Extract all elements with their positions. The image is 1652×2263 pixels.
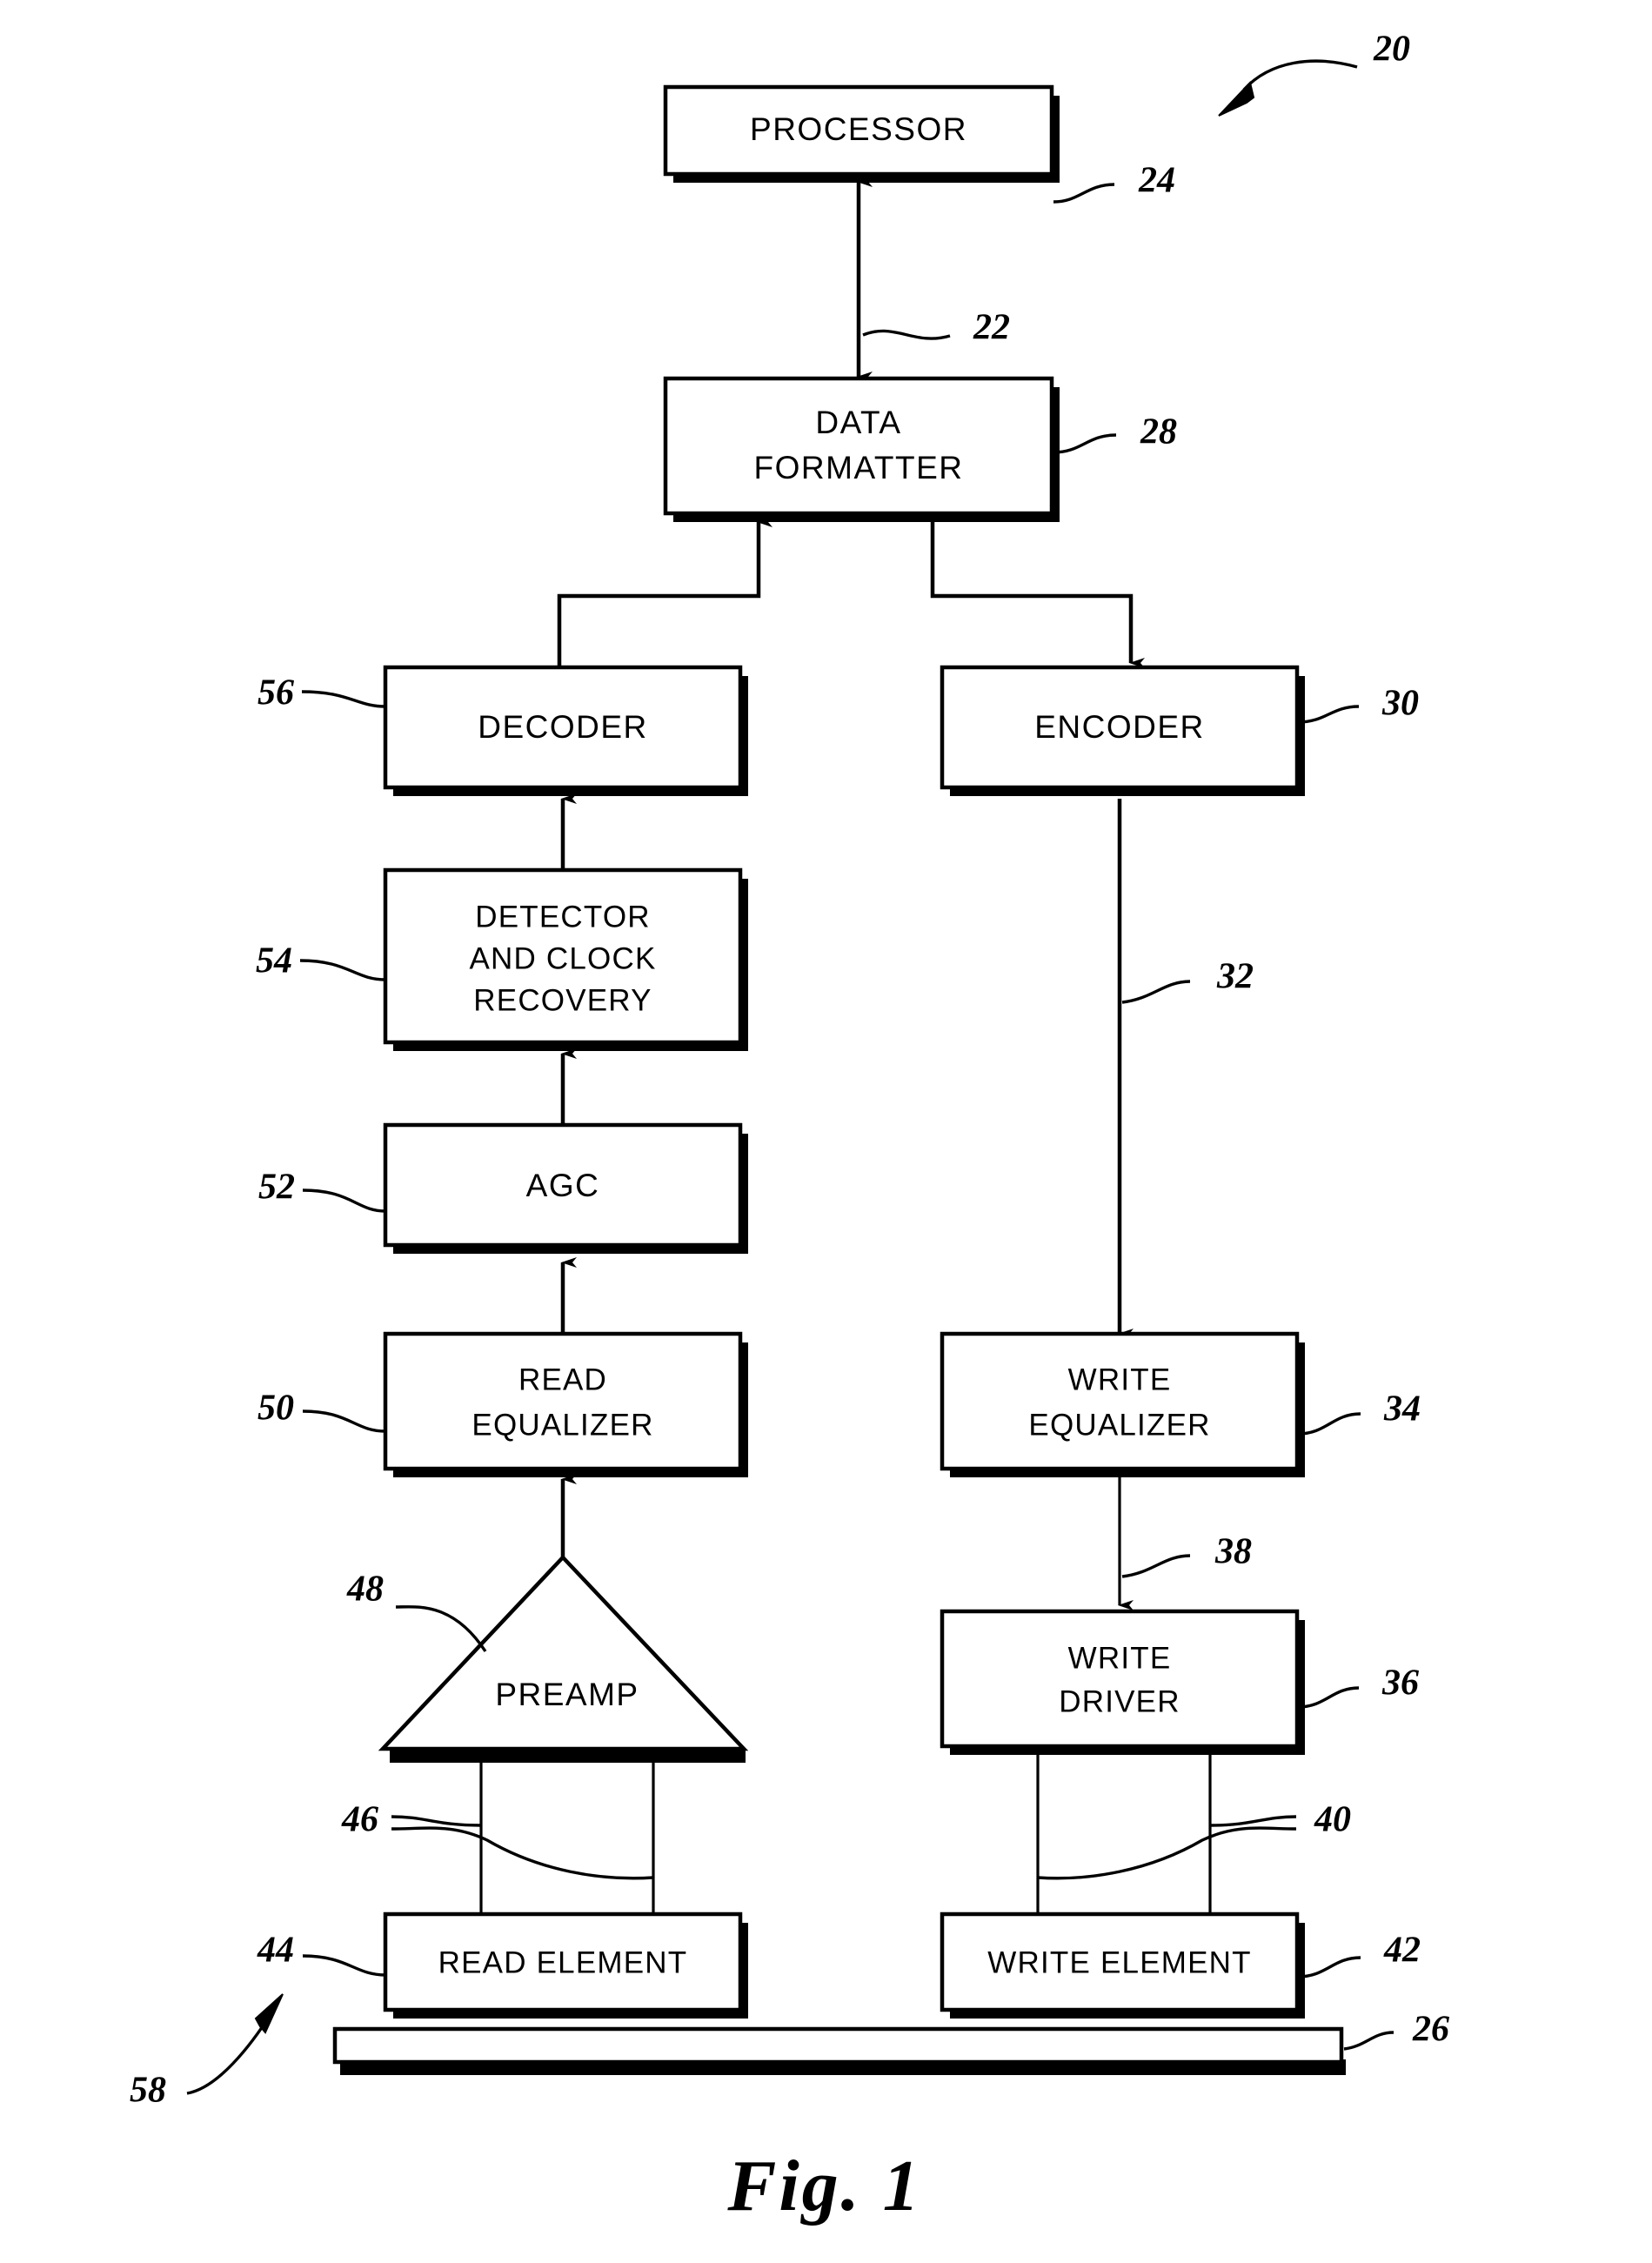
write-driver-label-line1: WRITE [1068, 1641, 1172, 1675]
ref-50: 50 [257, 1389, 294, 1429]
read-leads-46: 46 [341, 1749, 655, 1914]
ref-callout-36: 36 [1297, 1664, 1419, 1709]
ref-callout-26: 26 [1343, 2010, 1449, 2051]
figure-canvas: 20 PROCESSOR 24 22 DATA FORMATTER 28 DEC… [130, 30, 1449, 2226]
ref-callout-56: 56 [257, 673, 386, 713]
ref-callout-48: 48 [346, 1570, 487, 1652]
processor-label: PROCESSOR [750, 111, 967, 147]
ref-46: 46 [341, 1800, 378, 1840]
ref-38: 38 [1214, 1532, 1252, 1572]
ref-56: 56 [257, 673, 294, 713]
write-driver-box [940, 1609, 1300, 1749]
block-detector-and-clock-recovery[interactable]: DETECTOR AND CLOCK RECOVERY [383, 867, 748, 1051]
ref-42: 42 [1383, 1931, 1421, 1971]
patent-figure-1: 20 PROCESSOR 24 22 DATA FORMATTER 28 DEC… [0, 0, 1652, 2263]
ref-callout-34: 34 [1297, 1389, 1421, 1436]
ref-callout-58: 58 [130, 1993, 284, 2111]
write-equalizer-label-line1: WRITE [1068, 1362, 1172, 1396]
block-read-equalizer[interactable]: READ EQUALIZER [383, 1331, 748, 1477]
agc-label: AGC [526, 1168, 600, 1203]
encoder-label: ENCODER [1034, 709, 1205, 745]
route-write-equalizer-to-driver: 38 [1118, 1477, 1252, 1610]
bus-22: 22 [856, 177, 1010, 382]
ref-40: 40 [1314, 1800, 1351, 1840]
ref-26: 26 [1412, 2010, 1449, 2050]
block-processor[interactable]: PROCESSOR [663, 84, 1060, 183]
block-write-element[interactable]: WRITE ELEMENT [940, 1911, 1305, 2019]
system-reference-callout: 20 [1218, 30, 1410, 117]
block-write-equalizer[interactable]: WRITE EQUALIZER [940, 1331, 1305, 1477]
route-decoder-to-formatter [557, 517, 772, 667]
ref-20: 20 [1373, 30, 1410, 70]
ref-22: 22 [973, 308, 1010, 348]
route-write-dn [930, 522, 1145, 668]
route-formatter-to-encoder [930, 522, 1145, 668]
block-write-driver[interactable]: WRITE DRIVER [940, 1609, 1305, 1755]
route-read-up [557, 517, 772, 667]
ref-58: 58 [130, 2071, 166, 2111]
data-formatter-box [663, 376, 1054, 516]
decoder-label: DECODER [478, 709, 648, 745]
block-preamp[interactable]: PREAMP [378, 1554, 749, 1763]
ref-callout-28: 28 [1053, 412, 1177, 454]
read-equalizer-label-line1: READ [518, 1362, 607, 1396]
ref-30: 30 [1381, 684, 1419, 724]
ref-44: 44 [257, 1931, 294, 1971]
write-driver-label-line2: DRIVER [1059, 1684, 1180, 1718]
ref-32: 32 [1216, 957, 1254, 997]
ref-callout-42: 42 [1297, 1931, 1421, 1978]
detector-label-line1: DETECTOR [475, 900, 650, 934]
ref-24: 24 [1138, 161, 1175, 201]
ref-54: 54 [256, 941, 292, 981]
read-equalizer-box [383, 1331, 743, 1471]
block-decoder[interactable]: DECODER [383, 665, 748, 796]
media-bar [332, 2026, 1344, 2065]
figure-caption: Fig. 1 [726, 2146, 921, 2226]
preamp-triangle [378, 1554, 749, 1751]
block-agc[interactable]: AGC [383, 1122, 748, 1254]
write-equalizer-label-line2: EQUALIZER [1028, 1408, 1210, 1442]
route-encoder-to-write-equalizer: 32 [1117, 799, 1254, 1339]
ref-callout-50: 50 [257, 1389, 386, 1433]
ref-callout-24: 24 [1053, 161, 1175, 204]
ref-52: 52 [258, 1168, 295, 1208]
block-media[interactable] [332, 2026, 1346, 2075]
ref-callout-52: 52 [258, 1168, 386, 1213]
ref-36: 36 [1381, 1664, 1419, 1704]
write-leads-40: 40 [1036, 1755, 1351, 1914]
write-equalizer-box [940, 1331, 1300, 1471]
data-formatter-label-line2: FORMATTER [754, 450, 964, 485]
block-data-formatter[interactable]: DATA FORMATTER [663, 376, 1060, 522]
preamp-label: PREAMP [495, 1677, 639, 1712]
data-formatter-label-line1: DATA [815, 405, 901, 440]
block-encoder[interactable]: ENCODER [940, 665, 1305, 796]
block-read-element[interactable]: READ ELEMENT [383, 1911, 748, 2019]
detector-label-line3: RECOVERY [473, 983, 652, 1017]
detector-label-line2: AND CLOCK [469, 941, 656, 975]
ref-callout-30: 30 [1297, 684, 1419, 724]
ref-34: 34 [1383, 1389, 1421, 1429]
ref-callout-44: 44 [257, 1931, 386, 1977]
ref-48: 48 [346, 1570, 384, 1610]
ref-28: 28 [1140, 412, 1177, 452]
read-element-label: READ ELEMENT [438, 1945, 688, 1979]
read-equalizer-label-line2: EQUALIZER [472, 1408, 653, 1442]
write-element-label: WRITE ELEMENT [987, 1945, 1251, 1979]
preamp-shadow [390, 1751, 746, 1763]
ref-callout-54: 54 [256, 941, 386, 981]
